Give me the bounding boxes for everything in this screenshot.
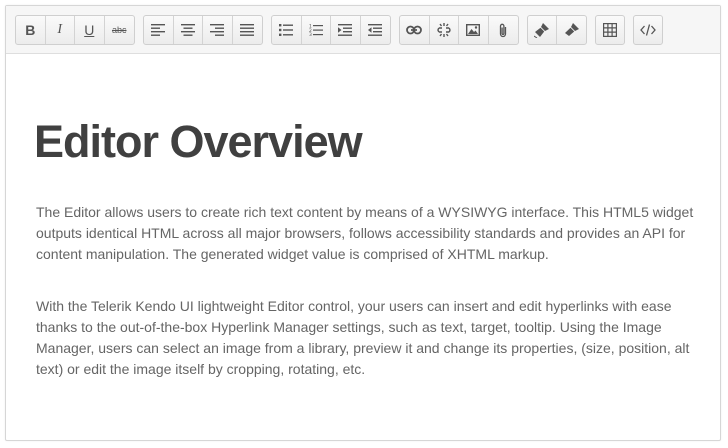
table-group: [595, 15, 625, 45]
align-justify-icon: [240, 24, 255, 36]
strikethrough-icon: abc: [111, 25, 127, 35]
unordered-list-button[interactable]: [272, 16, 302, 44]
insert-image-button[interactable]: [459, 16, 489, 44]
align-center-icon: [180, 24, 195, 36]
justify-right-button[interactable]: [203, 16, 233, 44]
bold-button[interactable]: B: [16, 16, 46, 44]
indent-button[interactable]: [331, 16, 361, 44]
italic-icon: I: [57, 22, 63, 37]
insert-table-button[interactable]: [596, 16, 624, 44]
clean-formatting-button[interactable]: [528, 16, 558, 44]
list-indent-group: 1 2 3: [271, 15, 391, 45]
editor-toolbar: B I U abc 1 2 3: [6, 6, 720, 54]
align-left-icon: [151, 24, 166, 36]
paperclip-icon: [500, 23, 507, 37]
justify-left-button[interactable]: [144, 16, 174, 44]
outdent-button[interactable]: [361, 16, 390, 44]
unlink-button[interactable]: [430, 16, 459, 44]
code-icon: [640, 24, 656, 36]
format-painter-button[interactable]: [557, 16, 586, 44]
svg-text:3: 3: [309, 32, 312, 36]
indent-icon: [338, 24, 353, 36]
underline-button[interactable]: U: [75, 16, 105, 44]
formatting-tools-group: [527, 15, 587, 45]
view-html-button[interactable]: [634, 16, 662, 44]
content-paragraph: The Editor allows users to create rich t…: [36, 204, 694, 262]
link-icon: [406, 25, 423, 35]
align-right-icon: [210, 24, 225, 36]
text-format-group: B I U abc: [15, 15, 135, 45]
image-icon: [466, 24, 481, 36]
table-icon: [603, 23, 617, 37]
underline-icon: U: [84, 22, 95, 38]
rich-text-editor: B I U abc 1 2 3 Editor Overview The Edit…: [5, 5, 721, 441]
view-html-group: [633, 15, 663, 45]
paint-brush-icon: [564, 23, 579, 36]
bold-icon: B: [25, 22, 36, 38]
numbered-list-icon: 1 2 3: [309, 24, 323, 36]
bullet-list-icon: [279, 24, 294, 36]
outdent-icon: [368, 24, 383, 36]
insert-group: [399, 15, 519, 45]
content-heading: Editor Overview: [34, 116, 363, 167]
content-paragraph: With the Telerik Kendo UI lightweight Ed…: [36, 298, 690, 377]
justify-full-button[interactable]: [233, 16, 262, 44]
unlink-icon: [437, 23, 451, 37]
create-link-button[interactable]: [400, 16, 430, 44]
alignment-group: [143, 15, 263, 45]
strikethrough-button[interactable]: abc: [105, 16, 134, 44]
justify-center-button[interactable]: [174, 16, 203, 44]
italic-button[interactable]: I: [46, 16, 75, 44]
brush-clean-icon: [534, 23, 549, 38]
insert-file-button[interactable]: [489, 16, 518, 44]
ordered-list-button[interactable]: 1 2 3: [302, 16, 331, 44]
